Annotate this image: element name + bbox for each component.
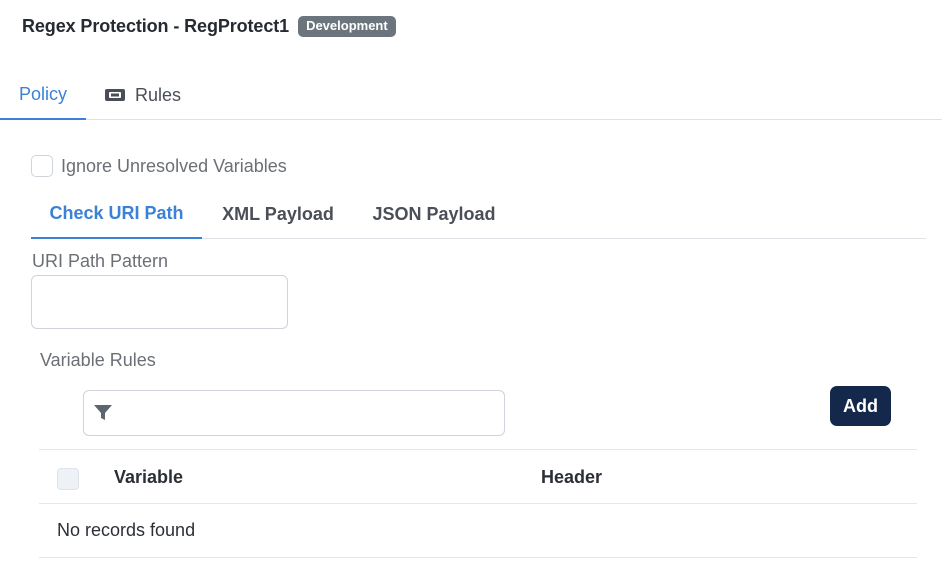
page-title: Regex Protection - RegProtect1 [22, 16, 290, 36]
column-header[interactable]: Header [541, 467, 602, 488]
uri-path-pattern-label: URI Path Pattern [32, 251, 169, 271]
ignore-unresolved-checkbox[interactable] [31, 155, 53, 177]
tab-json-payload[interactable]: JSON Payload [354, 190, 514, 239]
sub-tabs: Check URI Path XML Payload JSON Payload [31, 190, 926, 239]
variable-rules-table: Variable Header No records found [39, 449, 917, 558]
tab-check-uri-path-label: Check URI Path [49, 203, 184, 223]
tab-check-uri-path[interactable]: Check URI Path [31, 190, 202, 239]
ticket-icon [104, 87, 135, 103]
empty-message: No records found [57, 520, 196, 540]
tab-rules-label: Rules [135, 84, 182, 105]
tab-rules[interactable]: Rules [104, 70, 181, 120]
ignore-unresolved-option[interactable]: Ignore Unresolved Variables [31, 155, 287, 177]
column-variable[interactable]: Variable [114, 467, 183, 488]
environment-badge: Development [298, 16, 396, 37]
variable-rules-label: Variable Rules [40, 350, 156, 370]
ignore-unresolved-label: Ignore Unresolved Variables [61, 155, 287, 176]
select-all-checkbox[interactable] [57, 468, 79, 490]
table-empty-row: No records found [39, 504, 917, 558]
filter-icon [93, 404, 113, 422]
tab-json-payload-label: JSON Payload [372, 204, 496, 224]
tab-policy-label: Policy [18, 83, 67, 104]
filter-input[interactable] [83, 390, 505, 436]
tab-policy[interactable]: Policy [0, 70, 86, 120]
add-button[interactable]: Add [830, 386, 891, 426]
tab-xml-payload-label: XML Payload [222, 204, 334, 224]
tab-xml-payload[interactable]: XML Payload [202, 190, 354, 239]
uri-path-pattern-input[interactable] [31, 275, 288, 329]
table-header: Variable Header [39, 449, 917, 504]
page-header: Regex Protection - RegProtect1 Developme… [22, 16, 396, 37]
main-tabs: Policy Rules [0, 70, 942, 120]
